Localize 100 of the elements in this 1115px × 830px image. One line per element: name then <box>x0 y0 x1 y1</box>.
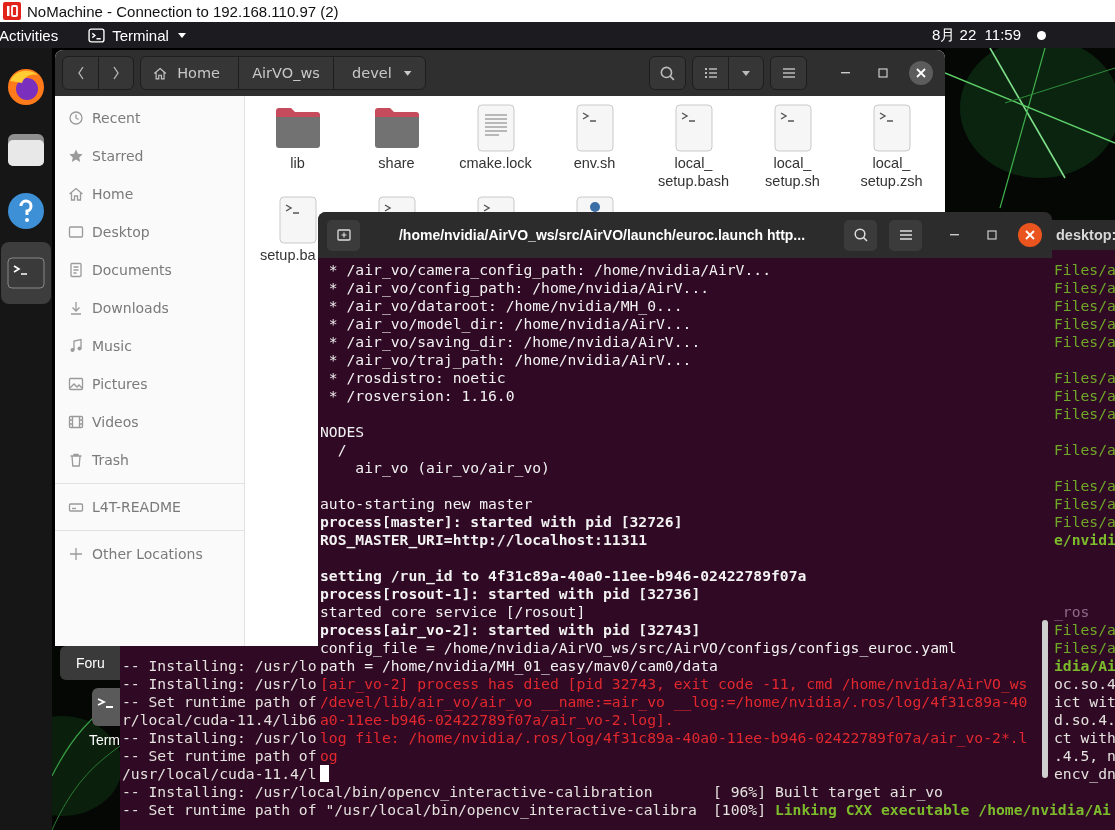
file-name[interactable]: share <box>378 154 415 172</box>
terminal-line: Files/a <box>1054 279 1115 297</box>
path-segment[interactable]: devel <box>333 57 425 89</box>
terminal-line: air_vo (air_vo/air_vo) <box>354 459 550 477</box>
terminal-line: /devel/lib/air_vo/air_vo __name:=air_vo __log:=/home/nvidia/.ros/log/4f31c89a-40 <box>320 693 1028 711</box>
sidebar-item[interactable]: Starred <box>55 137 244 175</box>
terminal-line: .4.5, n <box>1054 747 1115 765</box>
minimize-icon <box>949 234 959 236</box>
clock[interactable]: 8月 22 11:59 <box>932 25 1021 45</box>
terminal-line: / <box>336 441 347 459</box>
terminal-line: -- Set runtime path of <box>122 693 317 711</box>
file-name[interactable]: local_ setup.sh <box>765 154 820 190</box>
terminal-line: process[master]: started with pid [32726] <box>320 513 683 531</box>
terminal-line: Files/a <box>1054 315 1115 333</box>
terminal-line: -- Set runtime path of "/usr/local/bin/opencv_interactive-calibra <box>122 801 697 819</box>
help-icon <box>6 191 46 231</box>
minimize-icon <box>840 72 850 74</box>
file-name[interactable]: local_ setup.zsh <box>860 154 923 190</box>
image-icon <box>68 376 84 392</box>
search-button[interactable] <box>844 219 877 251</box>
terminal-line: started core service [/rosout] <box>320 603 586 621</box>
desktop-icon-label[interactable]: Term <box>88 732 120 748</box>
sidebar-item[interactable]: Trash <box>55 441 244 479</box>
text-cursor <box>320 765 329 782</box>
film-icon <box>68 414 84 430</box>
close-icon[interactable] <box>1018 223 1042 247</box>
sidebar-item[interactable]: Other Locations <box>55 535 244 573</box>
terminal-line: Files/a <box>1054 495 1115 513</box>
file-name[interactable]: lib <box>290 154 305 172</box>
sidebar-item[interactable]: Pictures <box>55 365 244 403</box>
plus-icon <box>68 546 84 562</box>
sidebar-item[interactable]: Documents <box>55 251 244 289</box>
download-icon <box>68 300 84 316</box>
terminal-line: * /rosdistro: noetic <box>327 369 506 387</box>
terminal-line: [100%] Linking CXX executable /home/nvidia/Ai <box>713 801 1111 819</box>
terminal-line: oc.so.4 <box>1054 675 1115 693</box>
terminal-line: Files/a <box>1054 639 1115 657</box>
terminal-line: /usr/local/cuda-11.4/l <box>122 765 317 783</box>
terminal-line: Files/a <box>1054 261 1115 279</box>
trash-icon <box>68 452 84 468</box>
desktop-icon-label[interactable]: Foru <box>60 646 120 680</box>
search-icon <box>852 227 869 243</box>
sidebar-item[interactable]: Downloads <box>55 289 244 327</box>
menu-button[interactable] <box>889 219 922 251</box>
terminal-line: encv_dn <box>1054 765 1115 783</box>
maximize-icon <box>875 65 891 81</box>
terminal-line: log file: /home/nvidia/.ros/log/4f31c89a-40a0-11ee-b946-02422789f07a/air_vo-2*.l <box>320 729 1028 747</box>
terminal-line: * /air_vo/traj_path: /home/nvidia/AirV... <box>327 351 692 369</box>
star-icon <box>68 148 84 164</box>
terminal-line: * /air_vo/config_path: /home/nvidia/AirV... <box>327 279 710 297</box>
file-name[interactable]: setup.ba <box>260 246 316 264</box>
terminal-line: Files/a <box>1054 387 1115 405</box>
window-title: /home/nvidia/AirVO_ws/src/AirVO/launch/euroc.launch http... <box>397 227 807 243</box>
new-tab-icon <box>335 227 352 243</box>
terminal-line: ct with <box>1054 729 1115 747</box>
terminal-line: a0-11ee-b946-02422789f07a/air_vo-2.log]. <box>320 711 674 729</box>
terminal-line: -- Set runtime path of <box>122 747 317 765</box>
terminal-line: Files/a <box>1054 477 1115 495</box>
terminal-line: Files/a <box>1054 441 1115 459</box>
terminal-line: * /air_vo/dataroot: /home/nvidia/MH_0... <box>327 297 683 315</box>
document-icon <box>68 262 84 278</box>
search-icon <box>659 64 676 82</box>
sidebar-item[interactable]: Home <box>55 175 244 213</box>
terminal-line: _ros <box>1054 603 1090 621</box>
file-name[interactable]: cmake.lock <box>459 154 532 172</box>
terminal-line: Files/a <box>1054 369 1115 387</box>
sidebar-item[interactable]: L4T-README <box>55 488 244 526</box>
terminal-line: -- Installing: /usr/lo <box>122 657 317 675</box>
terminal-line: ROS_MASTER_URI=http://localhost:11311 <box>320 531 648 549</box>
terminal-line: * /air_vo/camera_config_path: /home/nvidia/AirV... <box>327 261 771 279</box>
path-segment[interactable]: Home <box>141 57 238 89</box>
terminal-line: setting /run_id to 4f31c89a-40a0-11ee-b946-02422789f07a <box>320 567 807 585</box>
terminal-line: * /air_vo/model_dir: /home/nvidia/AirV... <box>327 315 692 333</box>
terminal-line: * /air_vo/saving_dir: /home/nvidia/AirV... <box>327 333 701 351</box>
sidebar-item[interactable]: Videos <box>55 403 244 441</box>
terminal-line: ict wit <box>1054 693 1115 711</box>
terminal-line: [ 96%] Built target air_vo <box>713 783 943 801</box>
sidebar-item[interactable]: Music <box>55 327 244 365</box>
close-icon[interactable] <box>909 61 933 85</box>
monitor-icon <box>68 224 84 240</box>
window-title: NoMachine - Connection to 192.168.110.97 (2) <box>27 2 339 20</box>
terminal-line: idia/Ai <box>1054 657 1115 675</box>
scrollbar[interactable] <box>1042 620 1048 778</box>
terminal-line: -- Installing: /usr/lo <box>122 729 317 747</box>
new-tab-button[interactable] <box>327 219 360 251</box>
terminal-line: d.so.4. <box>1054 711 1115 729</box>
sidebar-item[interactable]: Desktop <box>55 213 244 251</box>
terminal-line: config_file = /home/nvidia/AirVO_ws/src/AirVO/configs/configs_euroc.yaml <box>320 639 957 657</box>
app-menu[interactable]: Terminal <box>88 26 188 44</box>
sidebar-item[interactable]: Recent <box>55 99 244 137</box>
terminal-line: e/nvidi <box>1054 531 1115 549</box>
terminal-line: Files/a <box>1054 621 1115 639</box>
clock-icon <box>68 110 84 126</box>
file-name[interactable]: local_ setup.bash <box>658 154 729 190</box>
path-segment[interactable]: AirVO_ws <box>238 57 333 89</box>
music-note-icon <box>68 338 84 354</box>
file-name[interactable]: env.sh <box>573 154 616 172</box>
browser-icon <box>6 67 46 107</box>
terminal-icon[interactable] <box>92 688 120 726</box>
list-icon <box>702 65 719 81</box>
